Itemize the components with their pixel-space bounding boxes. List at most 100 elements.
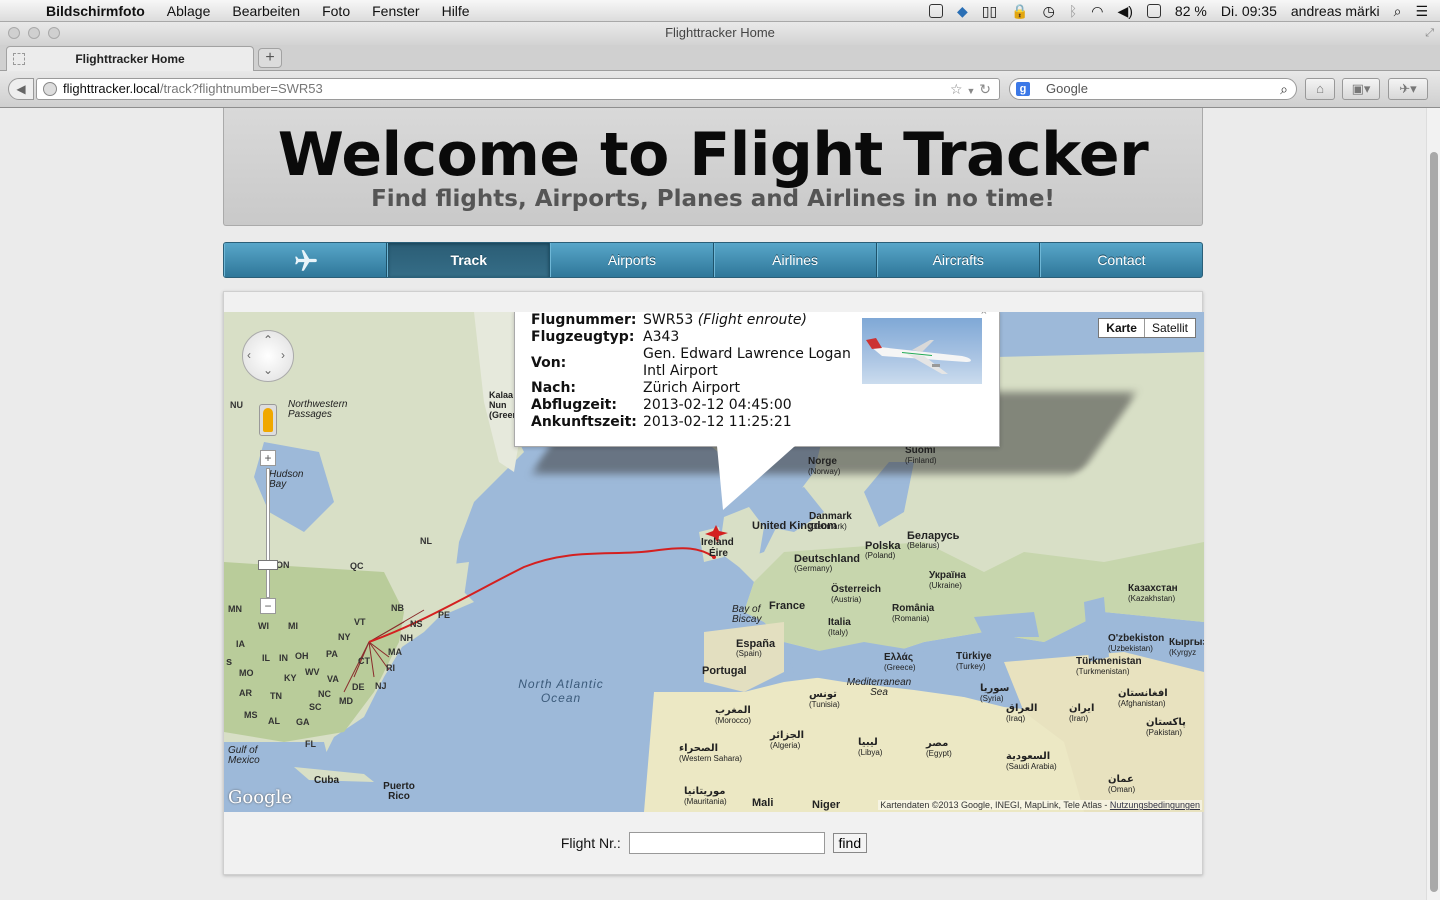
menu-bearbeiten[interactable]: Bearbeiten xyxy=(232,3,300,19)
scrollbar-thumb[interactable] xyxy=(1430,152,1438,892)
label-pakistan: پاکستان (Pakistan) xyxy=(1146,718,1186,738)
nav-track[interactable]: Track xyxy=(387,243,551,277)
fullscreen-icon[interactable]: ⤢ xyxy=(1425,22,1434,44)
zoom-window-button[interactable] xyxy=(48,27,60,39)
label-denmark: Danmark (Denmark) xyxy=(809,512,852,532)
volume-icon[interactable]: ◀) xyxy=(1117,3,1132,20)
menu-ablage[interactable]: Ablage xyxy=(167,3,211,19)
label-belarus-sub: (Belarus) xyxy=(907,541,940,550)
address-bar-icons: ☆ ▼ ↻ xyxy=(950,79,991,101)
nav-home[interactable] xyxy=(224,243,388,277)
label-turkey-name: Türkiye xyxy=(956,651,992,662)
home-button[interactable]: ⌂ xyxy=(1305,78,1335,100)
tab-flighttracker-home[interactable]: Flighttracker Home xyxy=(6,46,254,71)
tools-button[interactable]: ✈▾ xyxy=(1388,78,1428,100)
label-austria: Österreich (Austria) xyxy=(831,585,881,605)
bluetooth-icon[interactable]: ᛒ xyxy=(1069,3,1077,19)
label-eire: Éire xyxy=(709,548,728,559)
label-state-oh: OH xyxy=(295,651,309,661)
page-scrollbar[interactable] xyxy=(1426,108,1440,900)
pan-right-icon[interactable]: › xyxy=(281,348,285,362)
pan-down-icon[interactable]: ⌄ xyxy=(263,363,273,377)
user-name[interactable]: andreas märki xyxy=(1291,3,1380,19)
flight-map[interactable]: North Atlantic Ocean United Kingdom Irel… xyxy=(224,312,1204,812)
search-bar[interactable]: g Google ⌕ xyxy=(1009,78,1297,100)
minimize-window-button[interactable] xyxy=(28,27,40,39)
flight-number: SWR53 xyxy=(643,312,694,328)
url-path: /track?flightnumber=SWR53 xyxy=(159,81,323,96)
aircraft-photo[interactable] xyxy=(862,318,982,384)
find-button[interactable]: find xyxy=(832,833,868,853)
close-window-button[interactable] xyxy=(8,27,20,39)
map-type-karte-button[interactable]: Karte xyxy=(1099,319,1145,337)
window-icon[interactable]: ▯▯ xyxy=(982,3,997,20)
nav-aircrafts[interactable]: Aircrafts xyxy=(876,243,1040,277)
label-cuba: Cuba xyxy=(314,775,339,786)
flight-number-input[interactable] xyxy=(628,832,825,854)
label-morocco: المغرب (Morocco) xyxy=(715,706,751,726)
label-romania-name: România xyxy=(892,603,935,614)
label-saudi-sub: (Saudi Arabia) xyxy=(1006,762,1057,771)
label-france: France xyxy=(769,600,806,612)
label-state-fl: FL xyxy=(305,739,316,749)
label-mauritania-sub: (Mauritania) xyxy=(684,797,727,806)
google-logo[interactable]: Google xyxy=(228,787,292,808)
zoom-slider-knob[interactable] xyxy=(258,560,278,570)
label-algeria-name: الجزائر xyxy=(770,730,805,741)
label-state-nl: NL xyxy=(420,536,432,546)
wifi-icon[interactable]: ◠ xyxy=(1091,3,1103,20)
label-wsahara-name: الصحراء xyxy=(679,743,719,754)
nav-airlines[interactable]: Airlines xyxy=(713,243,877,277)
zoom-out-button[interactable]: − xyxy=(260,598,276,614)
address-bar[interactable]: flighttracker.local/track?flightnumber=S… xyxy=(36,78,1000,100)
zoom-in-button[interactable]: + xyxy=(260,450,276,466)
label-greece: Ελλάς (Greece) xyxy=(884,653,916,673)
label-italy-name: Italia xyxy=(828,617,851,628)
clock[interactable]: Di. 09:35 xyxy=(1221,3,1277,19)
street-view-pegman-icon[interactable] xyxy=(259,404,277,436)
dropdown-icon[interactable]: ▼ xyxy=(966,86,975,96)
bookmarks-button[interactable]: ▣▾ xyxy=(1342,78,1380,100)
label-uzbekistan-name: O'zbekiston xyxy=(1108,633,1165,644)
flight-info-table: Flugnummer: SWR53 (Flight enroute) Flugze… xyxy=(531,312,853,431)
battery-level[interactable]: 82 % xyxy=(1175,3,1207,19)
menu-hilfe[interactable]: Hilfe xyxy=(442,3,470,19)
bookmark-star-icon[interactable]: ☆ xyxy=(950,81,963,97)
nav-contact[interactable]: Contact xyxy=(1039,243,1202,277)
zoom-track[interactable] xyxy=(266,468,270,598)
label-kyrgyz-sub: (Kyrgyz xyxy=(1169,648,1197,657)
label-egypt-sub: (Egypt) xyxy=(926,749,952,758)
input-source-icon[interactable] xyxy=(1146,4,1161,18)
spotlight-icon[interactable]: ⌕ xyxy=(1394,3,1402,20)
label-finland-sub: (Finland) xyxy=(905,456,937,465)
menu-fenster[interactable]: Fenster xyxy=(372,3,419,19)
menu-foto[interactable]: Foto xyxy=(322,3,350,19)
back-button[interactable]: ◀ xyxy=(8,78,34,100)
nav-airports[interactable]: Airports xyxy=(550,243,714,277)
notification-icon[interactable]: ☰ xyxy=(1415,3,1428,20)
label-saudi-name: السعودية xyxy=(1006,751,1051,762)
url-host: flighttracker.local xyxy=(63,81,160,96)
label-tunisia-sub: (Tunisia) xyxy=(809,700,840,709)
pan-up-icon[interactable]: ⌃ xyxy=(263,333,273,347)
map-zoom-control: + − xyxy=(258,450,278,614)
status-app-icon[interactable] xyxy=(929,4,943,18)
map-type-satellit-button[interactable]: Satellit xyxy=(1145,319,1195,337)
lock-icon[interactable]: 🔒 xyxy=(1011,3,1028,20)
label-state-on: ON xyxy=(276,560,290,570)
reload-icon[interactable]: ↻ xyxy=(979,81,991,97)
dropbox-icon[interactable]: ◆ xyxy=(957,3,968,20)
label-oman: عمان (Oman) xyxy=(1108,775,1135,795)
label-libya: ليبيا (Libya) xyxy=(858,738,882,758)
label-belarus: Беларусь (Belarus) xyxy=(907,531,959,551)
menu-app-name[interactable]: Bildschirmfoto xyxy=(46,3,145,19)
pan-left-icon[interactable]: ‹ xyxy=(247,348,251,362)
favicon-icon xyxy=(13,53,25,65)
time-machine-icon[interactable]: ◷ xyxy=(1043,3,1055,20)
map-pan-control[interactable]: ⌃ ⌄ ‹ › xyxy=(242,330,294,382)
new-tab-button[interactable]: + xyxy=(258,48,282,68)
terms-link[interactable]: Nutzungsbedingungen xyxy=(1110,800,1200,810)
label-state-ar: AR xyxy=(239,688,252,698)
search-icon[interactable]: ⌕ xyxy=(1280,79,1288,99)
google-icon[interactable]: g xyxy=(1016,82,1030,96)
